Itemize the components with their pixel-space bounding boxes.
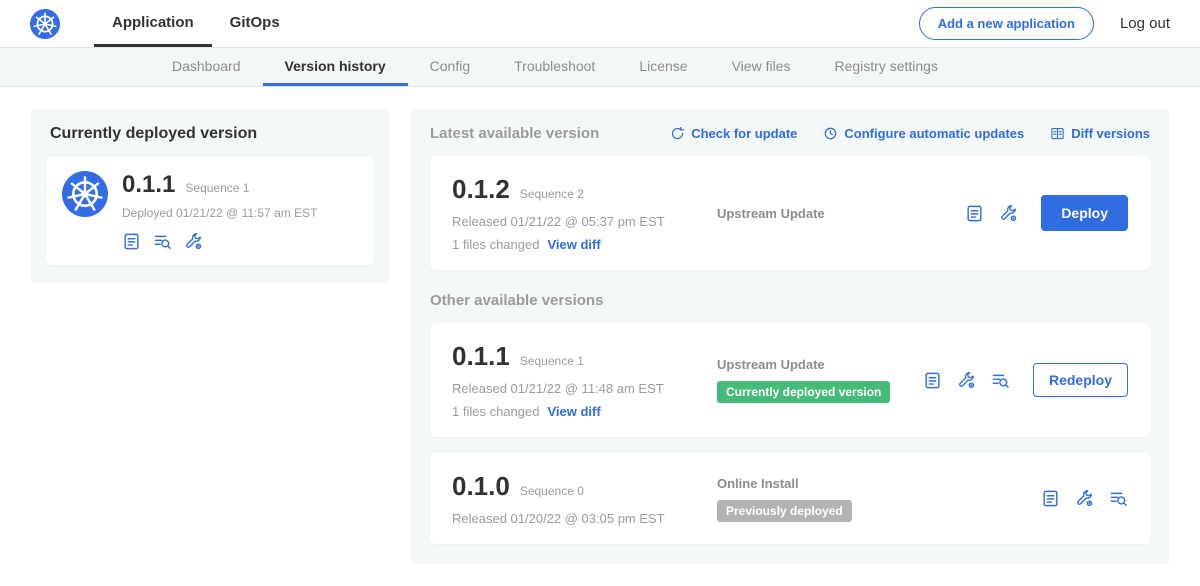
version-card: 0.1.0 Sequence 0 Released 01/20/22 @ 03:… bbox=[430, 453, 1150, 544]
sequence-label: Sequence 0 bbox=[520, 484, 584, 498]
preflight-checks-icon[interactable] bbox=[1075, 489, 1094, 508]
main-content: Currently deployed version 0.1.1 Sequenc… bbox=[0, 87, 1200, 586]
tab-troubleshoot[interactable]: Troubleshoot bbox=[492, 48, 617, 86]
deployed-sequence-label: Sequence 1 bbox=[185, 181, 249, 195]
diff-versions-label: Diff versions bbox=[1071, 126, 1150, 141]
version-card: 0.1.1 Sequence 1 Released 01/21/22 @ 11:… bbox=[430, 323, 1150, 437]
released-timestamp: Released 01/20/22 @ 03:05 pm EST bbox=[452, 511, 717, 526]
version-source-block: Online Install Previously deployed bbox=[717, 476, 1041, 522]
version-number: 0.1.0 bbox=[452, 471, 510, 502]
tab-registry-settings[interactable]: Registry settings bbox=[812, 48, 959, 86]
logout-button[interactable]: Log out bbox=[1120, 15, 1170, 32]
deployed-version-number: 0.1.1 bbox=[122, 171, 175, 199]
nav-tab-gitops[interactable]: GitOps bbox=[212, 0, 298, 47]
version-actions: Deploy bbox=[965, 195, 1128, 231]
release-notes-icon[interactable] bbox=[1041, 489, 1060, 508]
configure-updates-label: Configure automatic updates bbox=[844, 126, 1024, 141]
header-spacer bbox=[298, 0, 919, 47]
deployed-actions bbox=[122, 232, 317, 251]
view-logs-icon[interactable] bbox=[991, 371, 1010, 390]
check-for-update-label: Check for update bbox=[691, 126, 797, 141]
view-logs-icon[interactable] bbox=[153, 232, 172, 251]
kubernetes-logo-icon bbox=[30, 9, 60, 39]
tab-config[interactable]: Config bbox=[408, 48, 492, 86]
release-notes-icon[interactable] bbox=[122, 232, 141, 251]
released-timestamp: Released 01/21/22 @ 05:37 pm EST bbox=[452, 214, 717, 229]
clock-update-icon bbox=[823, 126, 838, 141]
preflight-checks-icon[interactable] bbox=[184, 232, 203, 251]
preflight-checks-icon[interactable] bbox=[957, 371, 976, 390]
kubernetes-app-icon bbox=[62, 171, 108, 217]
diff-icon bbox=[1050, 126, 1065, 141]
view-diff-link[interactable]: View diff bbox=[547, 404, 600, 419]
deployed-version-card: 0.1.1 Sequence 1 Deployed 01/21/22 @ 11:… bbox=[46, 157, 374, 265]
version-number: 0.1.2 bbox=[452, 174, 510, 205]
currently-deployed-panel: Currently deployed version 0.1.1 Sequenc… bbox=[30, 109, 390, 283]
latest-version-card: 0.1.2 Sequence 2 Released 01/21/22 @ 05:… bbox=[430, 156, 1150, 270]
version-info: 0.1.0 Sequence 0 Released 01/20/22 @ 03:… bbox=[452, 471, 717, 526]
configure-automatic-updates-link[interactable]: Configure automatic updates bbox=[823, 126, 1024, 141]
currently-deployed-title: Currently deployed version bbox=[50, 125, 374, 143]
nav-tab-application[interactable]: Application bbox=[94, 0, 212, 47]
diff-versions-link[interactable]: Diff versions bbox=[1050, 126, 1150, 141]
version-history-panel: Latest available version Check for updat… bbox=[410, 109, 1170, 564]
check-for-update-link[interactable]: Check for update bbox=[670, 126, 797, 141]
tab-dashboard[interactable]: Dashboard bbox=[150, 48, 263, 86]
tab-view-files[interactable]: View files bbox=[710, 48, 813, 86]
redeploy-button[interactable]: Redeploy bbox=[1033, 363, 1128, 397]
version-actions: Redeploy bbox=[923, 363, 1128, 397]
deploy-button[interactable]: Deploy bbox=[1041, 195, 1128, 231]
refresh-icon bbox=[670, 126, 685, 141]
version-info: 0.1.2 Sequence 2 Released 01/21/22 @ 05:… bbox=[452, 174, 717, 252]
release-notes-icon[interactable] bbox=[965, 204, 984, 223]
version-source-label: Upstream Update bbox=[717, 206, 965, 221]
files-changed-label: 1 files changed bbox=[452, 404, 539, 419]
tab-version-history[interactable]: Version history bbox=[263, 48, 408, 86]
deployed-version-info: 0.1.1 Sequence 1 Deployed 01/21/22 @ 11:… bbox=[122, 171, 317, 251]
view-logs-icon[interactable] bbox=[1109, 489, 1128, 508]
tab-license[interactable]: License bbox=[617, 48, 709, 86]
version-history-actions: Check for update Configure automatic upd… bbox=[670, 126, 1150, 141]
app-logo bbox=[30, 0, 60, 47]
add-application-button[interactable]: Add a new application bbox=[919, 7, 1094, 40]
version-number: 0.1.1 bbox=[452, 341, 510, 372]
currently-deployed-badge: Currently deployed version bbox=[717, 381, 890, 403]
preflight-checks-icon[interactable] bbox=[999, 204, 1018, 223]
version-source-block: Upstream Update Currently deployed versi… bbox=[717, 357, 923, 403]
view-diff-link[interactable]: View diff bbox=[547, 237, 600, 252]
latest-available-title: Latest available version bbox=[430, 125, 599, 142]
version-actions bbox=[1041, 489, 1128, 508]
version-source-label: Online Install bbox=[717, 476, 1041, 491]
version-source-label: Upstream Update bbox=[717, 357, 923, 372]
sequence-label: Sequence 1 bbox=[520, 354, 584, 368]
files-changed-label: 1 files changed bbox=[452, 237, 539, 252]
version-history-header: Latest available version Check for updat… bbox=[430, 125, 1150, 142]
released-timestamp: Released 01/21/22 @ 11:48 am EST bbox=[452, 381, 717, 396]
version-info: 0.1.1 Sequence 1 Released 01/21/22 @ 11:… bbox=[452, 341, 717, 419]
top-header: Application GitOps Add a new application… bbox=[0, 0, 1200, 48]
deployed-timestamp: Deployed 01/21/22 @ 11:57 am EST bbox=[122, 206, 317, 220]
app-subnav: Dashboard Version history Config Trouble… bbox=[0, 48, 1200, 87]
release-notes-icon[interactable] bbox=[923, 371, 942, 390]
previously-deployed-badge: Previously deployed bbox=[717, 500, 852, 522]
sequence-label: Sequence 2 bbox=[520, 187, 584, 201]
other-versions-title: Other available versions bbox=[430, 292, 1150, 309]
